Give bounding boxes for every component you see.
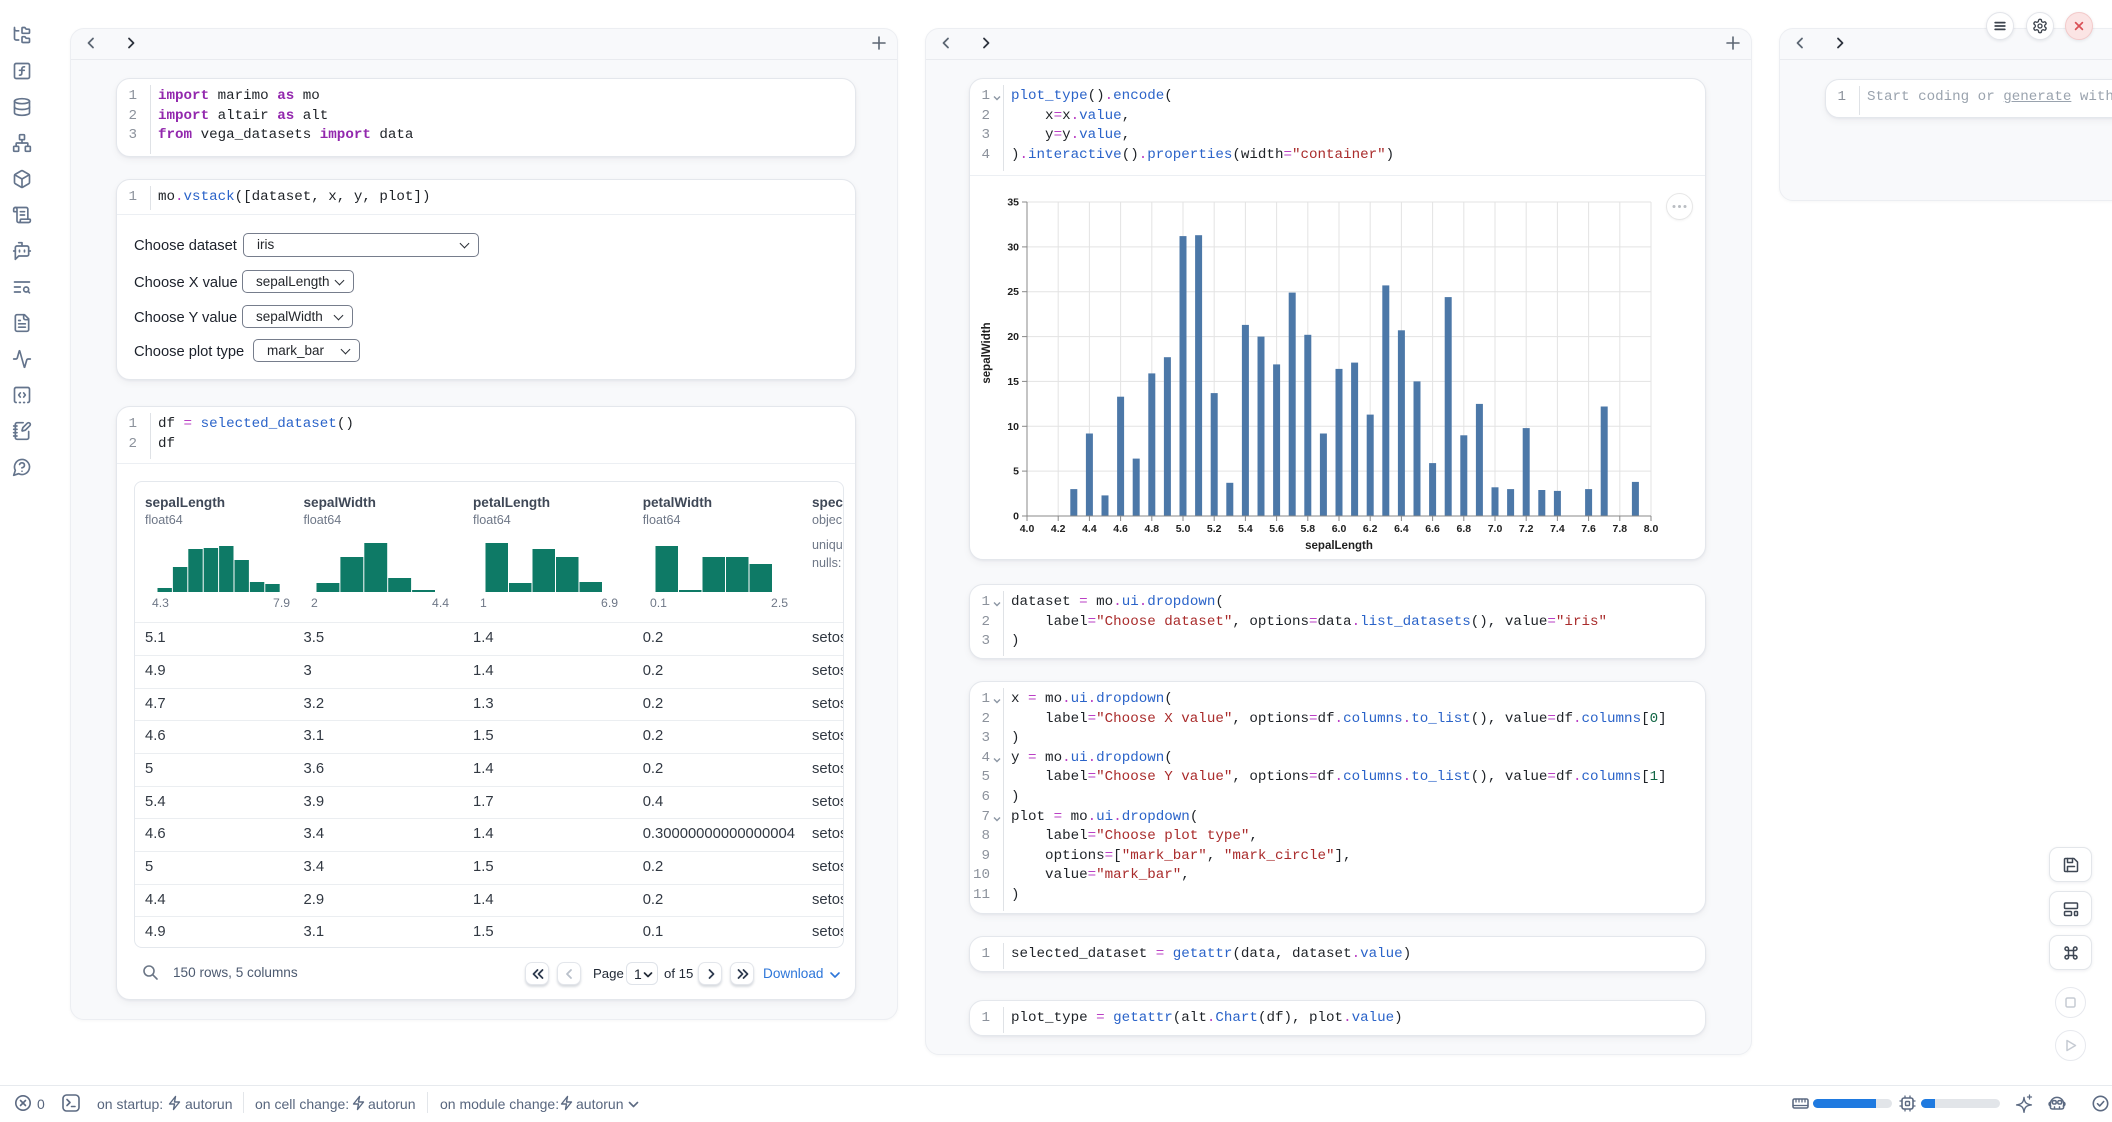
svg-text:4.8: 4.8 (1144, 523, 1159, 535)
svg-text:5.4: 5.4 (1238, 523, 1253, 535)
svg-text:5.6: 5.6 (1269, 523, 1284, 535)
svg-text:25: 25 (1007, 286, 1019, 298)
svg-text:5.0: 5.0 (1176, 523, 1191, 535)
svg-text:5.8: 5.8 (1300, 523, 1315, 535)
svg-text:4.2: 4.2 (1051, 523, 1066, 535)
svg-text:5.2: 5.2 (1207, 523, 1222, 535)
svg-text:7.4: 7.4 (1550, 523, 1565, 535)
svg-text:4.4: 4.4 (1082, 523, 1097, 535)
svg-text:6.6: 6.6 (1425, 523, 1440, 535)
svg-text:6.4: 6.4 (1394, 523, 1409, 535)
svg-text:sepalWidth: sepalWidth (981, 322, 993, 383)
svg-text:35: 35 (1007, 197, 1019, 209)
svg-text:30: 30 (1007, 241, 1019, 253)
svg-text:sepalLength: sepalLength (1305, 540, 1373, 552)
svg-text:7.8: 7.8 (1612, 523, 1627, 535)
svg-text:7.6: 7.6 (1581, 523, 1596, 535)
svg-text:8.0: 8.0 (1644, 523, 1659, 535)
svg-text:0: 0 (1013, 511, 1019, 523)
svg-text:7.2: 7.2 (1519, 523, 1534, 535)
svg-text:5: 5 (1013, 466, 1019, 478)
svg-text:4.6: 4.6 (1113, 523, 1128, 535)
svg-text:6.2: 6.2 (1363, 523, 1378, 535)
svg-text:15: 15 (1007, 376, 1019, 388)
svg-text:6.0: 6.0 (1332, 523, 1347, 535)
svg-text:10: 10 (1007, 421, 1019, 433)
svg-text:7.0: 7.0 (1488, 523, 1503, 535)
svg-text:6.8: 6.8 (1456, 523, 1471, 535)
svg-text:20: 20 (1007, 331, 1019, 343)
svg-text:4.0: 4.0 (1020, 523, 1035, 535)
